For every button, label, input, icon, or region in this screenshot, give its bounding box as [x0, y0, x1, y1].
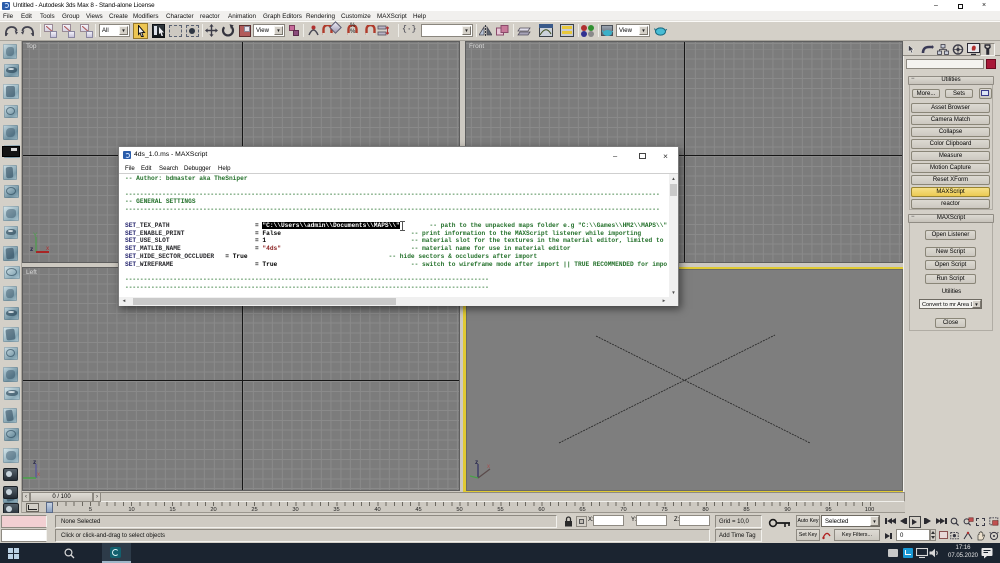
svg-text:%: % — [350, 29, 356, 35]
svg-text:x: x — [487, 464, 490, 470]
svg-text:x: x — [46, 245, 50, 252]
svg-text:x: x — [37, 472, 40, 478]
svg-text:z: z — [30, 246, 34, 253]
svg-text:Y: Y — [33, 232, 38, 239]
